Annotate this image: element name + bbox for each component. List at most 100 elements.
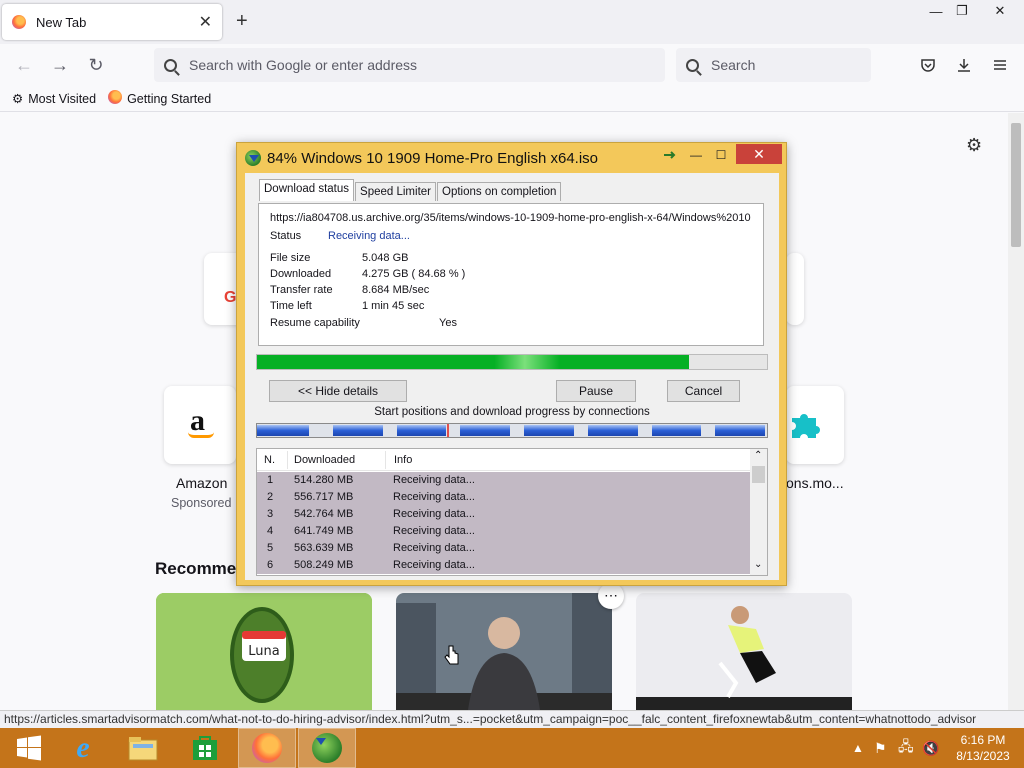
story-card-advisor[interactable] — [396, 593, 612, 710]
transfer-rate-value: 8.684 MB/sec — [362, 284, 430, 296]
search-bar[interactable]: Search — [676, 48, 871, 82]
connection-row[interactable]: 1 514.280 MB Receiving data... — [257, 472, 751, 489]
col-separator — [385, 451, 386, 469]
scroll-up-icon[interactable]: ⌃ — [754, 450, 762, 461]
connections-scrollbar[interactable]: ⌃ ⌄ — [750, 449, 767, 575]
tab-options-on-completion[interactable]: Options on completion — [437, 182, 562, 201]
connection-segment — [587, 425, 638, 436]
taskbar-store[interactable] — [176, 728, 234, 768]
download-info-panel: https://ia804708.us.archive.org/35/items… — [258, 203, 764, 346]
file-size-label: File size — [270, 252, 311, 264]
bookmark-label: Getting Started — [127, 91, 212, 106]
window-close-button[interactable]: ✕ — [984, 0, 1016, 22]
taskbar-firefox[interactable] — [238, 728, 296, 768]
shortcut-puzzle[interactable] — [786, 386, 844, 464]
tab-strip: New Tab ✕ + — ❐ ✕ — [0, 0, 1024, 44]
story-card-fitness[interactable] — [636, 593, 852, 710]
start-button[interactable] — [0, 728, 58, 768]
show-hidden-icons[interactable]: ▲ — [852, 728, 864, 768]
connection-segment — [460, 425, 510, 436]
network-icon[interactable]: 🖧 — [898, 728, 914, 768]
connection-segment — [651, 425, 702, 436]
dialog-minimize-button[interactable]: — — [686, 145, 706, 165]
new-tab-button[interactable]: + — [236, 10, 248, 33]
businessman-image — [396, 593, 612, 710]
download-progress-fill — [257, 355, 689, 369]
tab-speed-limiter[interactable]: Speed Limiter — [355, 182, 436, 201]
col-header-info[interactable]: Info — [394, 454, 412, 466]
connection-info: Receiving data... — [393, 508, 475, 520]
pause-button[interactable]: Pause — [556, 380, 636, 402]
link-status-bar: https://articles.smartadvisormatch.com/w… — [0, 710, 1024, 728]
svg-text:Luna: Luna — [248, 644, 279, 659]
shortcut-amazon[interactable]: a — [164, 386, 236, 464]
shortcut-label-amazon: Amazon — [176, 475, 228, 491]
search-placeholder: Search — [711, 57, 756, 73]
downloaded-value: 4.275 GB ( 84.68 % ) — [362, 268, 466, 280]
dialog-arrow-icon[interactable] — [661, 145, 679, 165]
dialog-maximize-button[interactable]: ☐ — [711, 145, 731, 165]
pocket-icon[interactable] — [917, 54, 939, 76]
card-more-button[interactable]: ⋯ — [598, 583, 624, 609]
dialog-close-button[interactable]: ✕ — [736, 144, 782, 164]
forward-icon[interactable]: → — [49, 54, 71, 76]
windows-logo-icon — [17, 735, 41, 761]
connection-info: Receiving data... — [393, 474, 475, 486]
taskbar-file-explorer[interactable] — [114, 728, 172, 768]
scrollbar-thumb[interactable] — [1011, 123, 1021, 247]
connection-segment — [257, 425, 309, 436]
connection-info: Receiving data... — [393, 525, 475, 537]
clock-date: 8/13/2023 — [956, 749, 1010, 763]
restore-button[interactable]: ❐ — [946, 0, 978, 22]
connection-downloaded: 508.249 MB — [294, 559, 354, 571]
story-card-avocado[interactable]: Luna — [156, 593, 372, 710]
connection-downloaded: 563.639 MB — [294, 542, 354, 554]
tab-download-status[interactable]: Download status — [259, 179, 355, 201]
scroll-down-icon[interactable]: ⌄ — [754, 559, 762, 570]
back-icon[interactable]: ← — [13, 54, 35, 76]
cancel-button[interactable]: Cancel — [667, 380, 740, 402]
status-label: Status — [270, 230, 302, 242]
connection-row[interactable]: 3 542.764 MB Receiving data... — [257, 506, 751, 523]
taskbar-idm[interactable] — [298, 728, 356, 768]
connections-list-header: N. Downloaded Info — [257, 449, 751, 471]
action-center-flag-icon[interactable]: ⚑ — [874, 728, 887, 768]
taskbar-internet-explorer[interactable]: e — [54, 728, 112, 768]
workout-image — [636, 593, 852, 710]
col-separator — [287, 451, 288, 469]
settings-gear-icon[interactable]: ⚙ — [966, 135, 982, 156]
connections-scroll-thumb[interactable] — [752, 466, 765, 483]
bookmark-getting-started[interactable]: Getting Started — [108, 90, 211, 107]
reload-icon[interactable]: ↻ — [85, 54, 107, 76]
connection-row[interactable]: 4 641.749 MB Receiving data... — [257, 523, 751, 540]
menu-icon[interactable] — [989, 54, 1011, 76]
status-value: Receiving data... — [328, 230, 410, 242]
connection-row[interactable]: 5 563.639 MB Receiving data... — [257, 540, 751, 557]
connections-progress-bar — [256, 423, 768, 438]
connection-row[interactable]: 6 508.249 MB Receiving data... — [257, 557, 751, 574]
col-header-downloaded[interactable]: Downloaded — [294, 454, 355, 466]
downloads-icon[interactable] — [953, 54, 975, 76]
connection-segment — [524, 425, 574, 436]
col-header-n[interactable]: N. — [264, 454, 275, 466]
bookmark-label: Most Visited — [28, 91, 97, 106]
google-icon: G — [224, 289, 237, 306]
tab-new-tab[interactable]: New Tab ✕ — [2, 4, 222, 40]
url-bar[interactable]: Search with Google or enter address — [154, 48, 665, 82]
taskbar-clock[interactable]: 6:16 PM 8/13/2023 — [950, 732, 1016, 764]
time-left-label: Time left — [270, 300, 312, 312]
download-dialog: 84% Windows 10 1909 Home-Pro English x64… — [236, 142, 787, 586]
page-scrollbar[interactable] — [1008, 113, 1024, 710]
file-size-value: 5.048 GB — [362, 252, 409, 264]
resume-value: Yes — [439, 317, 457, 329]
connections-list[interactable]: N. Downloaded Info 1 514.280 MB Receiving … — [256, 448, 768, 576]
connection-info: Receiving data... — [393, 542, 475, 554]
transfer-rate-label: Transfer rate — [270, 284, 333, 296]
bookmarks-toolbar: ⚙ Most Visited Getting Started — [0, 86, 1024, 112]
hide-details-button[interactable]: << Hide details — [269, 380, 407, 402]
bookmark-most-visited[interactable]: ⚙ Most Visited — [12, 91, 97, 107]
connection-row[interactable]: 2 556.717 MB Receiving data... — [257, 489, 751, 506]
connection-info: Receiving data... — [393, 559, 475, 571]
volume-muted-icon[interactable]: 🔇 — [922, 728, 939, 768]
tab-close-icon[interactable]: ✕ — [199, 12, 212, 32]
